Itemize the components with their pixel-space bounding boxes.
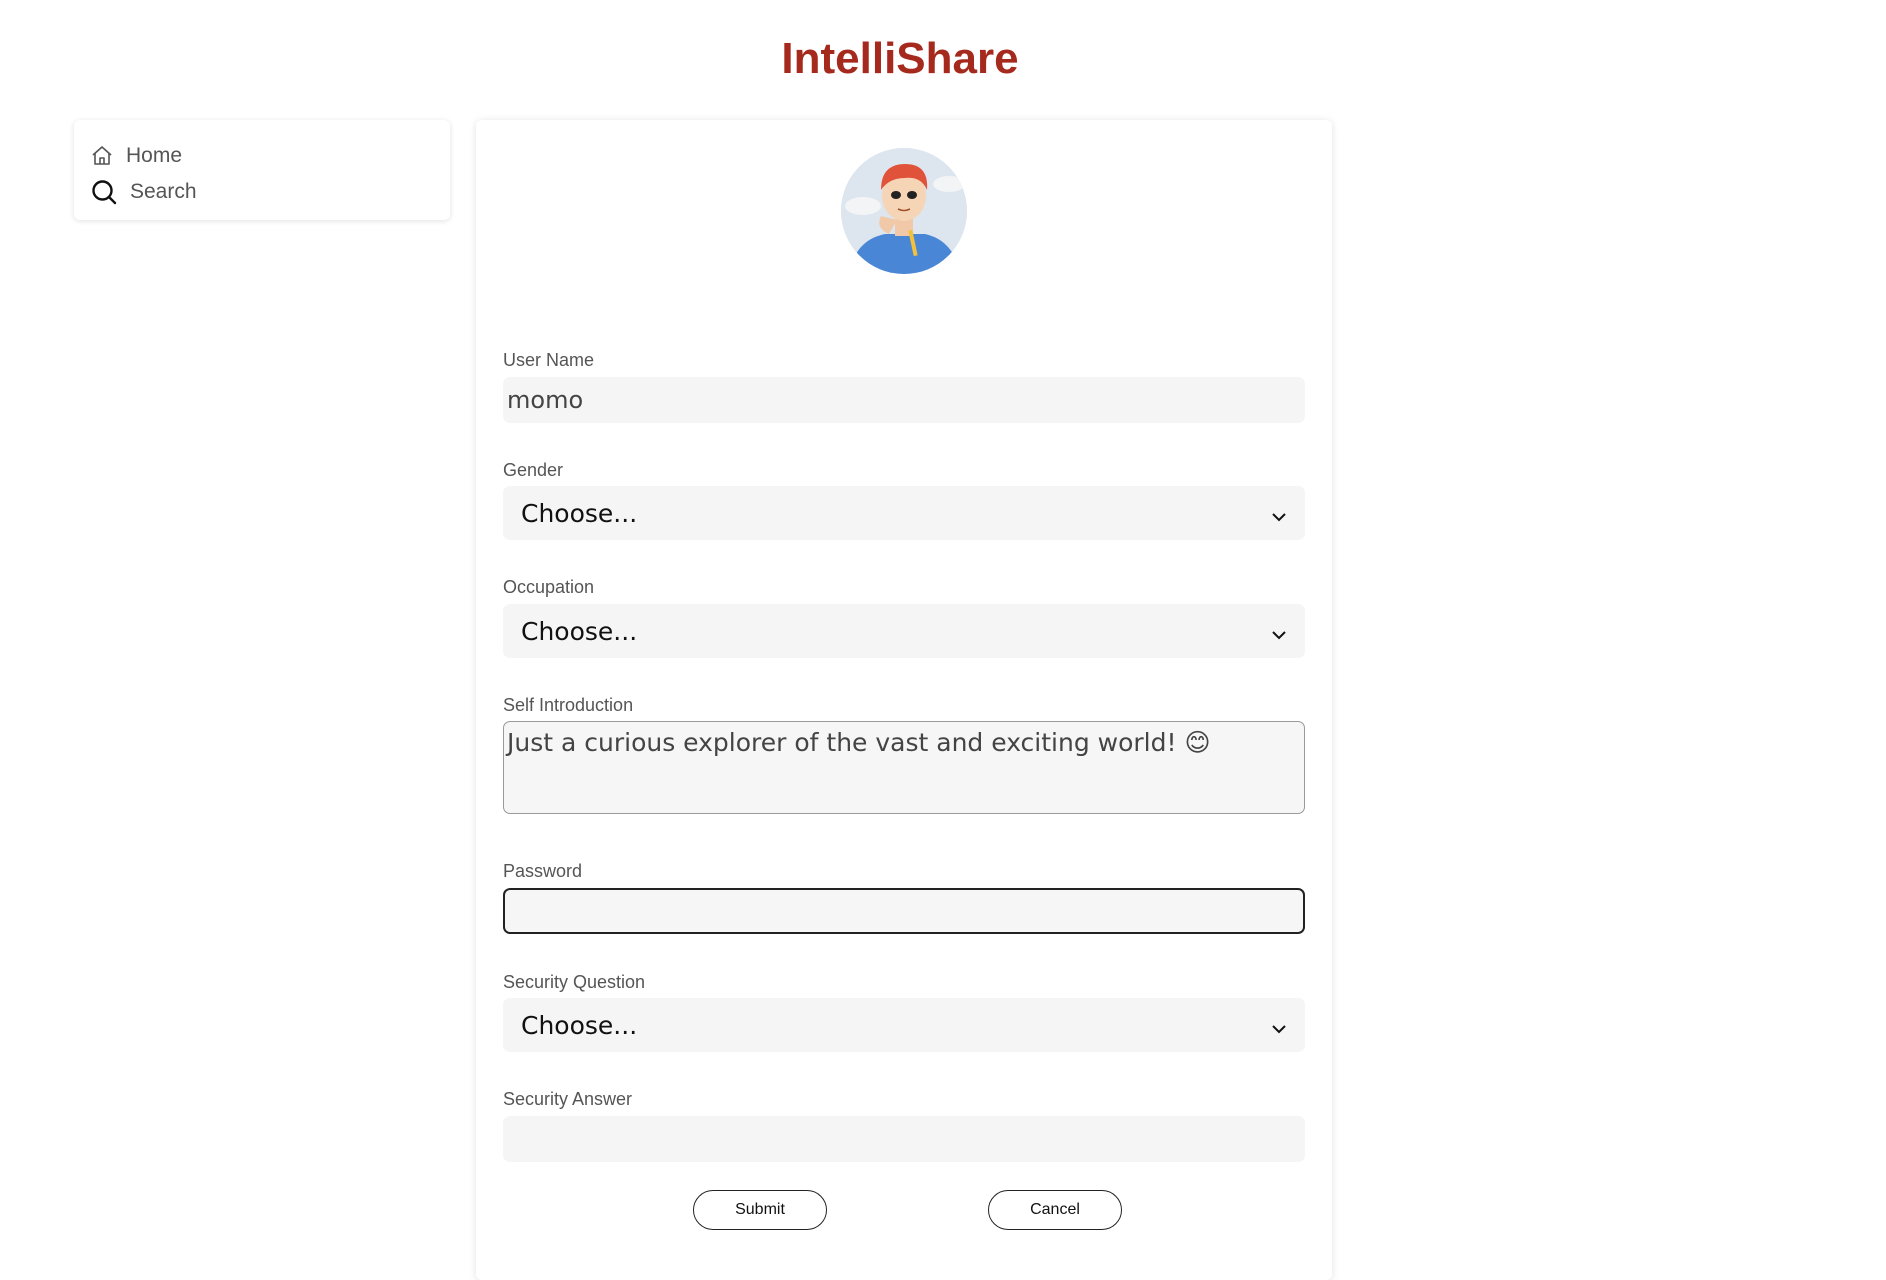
cancel-button[interactable]: Cancel bbox=[988, 1190, 1122, 1230]
profile-form-card: User Name Gender Choose... Occupation Ch… bbox=[476, 120, 1332, 1280]
self-intro-label: Self Introduction bbox=[503, 695, 634, 715]
sidebar-item-search[interactable]: Search bbox=[90, 174, 434, 210]
occupation-select[interactable]: Choose... bbox=[503, 604, 1305, 658]
self-intro-textarea[interactable]: Just a curious explorer of the vast and … bbox=[503, 721, 1305, 814]
gender-select[interactable]: Choose... bbox=[503, 486, 1305, 540]
app-title: IntelliShare bbox=[781, 34, 1019, 83]
occupation-label: Occupation bbox=[503, 577, 595, 597]
chevron-down-icon bbox=[1271, 1011, 1287, 1040]
submit-button[interactable]: Submit bbox=[693, 1190, 827, 1230]
username-input[interactable] bbox=[503, 377, 1305, 423]
chevron-down-icon bbox=[1271, 617, 1287, 646]
sidebar-item-label: Home bbox=[126, 144, 183, 167]
gender-selected-value: Choose... bbox=[521, 498, 638, 528]
security-question-label: Security Question bbox=[503, 972, 646, 992]
sidebar-item-home[interactable]: Home bbox=[90, 138, 434, 174]
sidebar: Home Search bbox=[74, 120, 450, 220]
occupation-selected-value: Choose... bbox=[521, 616, 638, 646]
home-icon bbox=[90, 144, 114, 168]
security-answer-label: Security Answer bbox=[503, 1089, 633, 1109]
security-question-selected-value: Choose... bbox=[521, 1010, 638, 1040]
chevron-down-icon bbox=[1271, 499, 1287, 528]
avatar[interactable] bbox=[841, 148, 967, 274]
security-question-select[interactable]: Choose... bbox=[503, 998, 1305, 1052]
security-answer-input[interactable] bbox=[503, 1116, 1305, 1162]
sidebar-item-label: Search bbox=[130, 180, 197, 203]
search-icon bbox=[90, 178, 118, 206]
password-input[interactable] bbox=[503, 888, 1305, 934]
password-label: Password bbox=[503, 861, 583, 881]
gender-label: Gender bbox=[503, 460, 564, 480]
username-label: User Name bbox=[503, 350, 595, 370]
